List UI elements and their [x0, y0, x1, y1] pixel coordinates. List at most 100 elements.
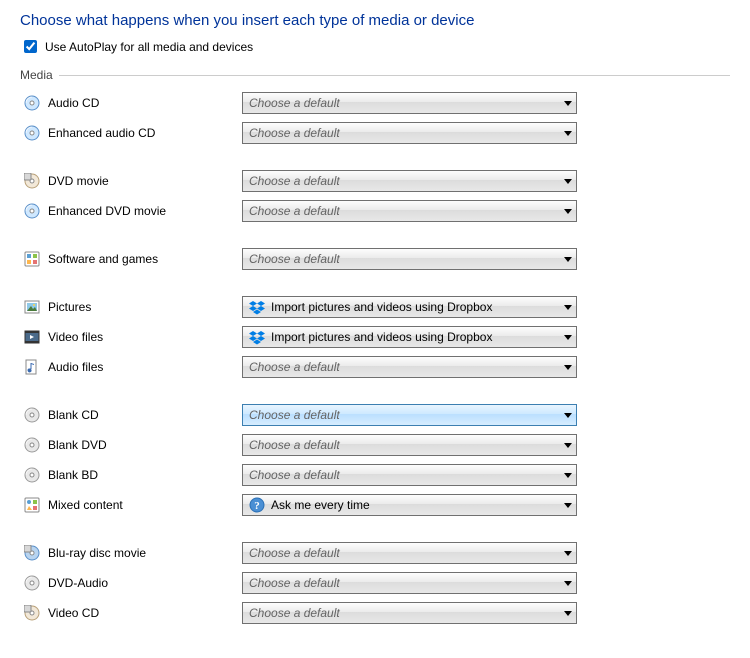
- disc-grey-icon: [24, 437, 40, 453]
- chevron-down-icon: [564, 443, 572, 448]
- mixed-icon: [24, 497, 40, 513]
- action-dropdown[interactable]: Ask me every time: [242, 494, 577, 516]
- media-row: Software and games Choose a default: [20, 244, 730, 274]
- media-label-col: Blu-ray disc movie: [20, 545, 242, 561]
- action-dropdown[interactable]: Choose a default: [242, 248, 577, 270]
- disc-grey-icon: [24, 575, 40, 591]
- media-label-col: Video files: [20, 329, 242, 345]
- dropdown-placeholder: Choose a default: [249, 204, 560, 218]
- action-dropdown[interactable]: Import pictures and videos using Dropbox: [242, 326, 577, 348]
- media-label: Software and games: [48, 252, 158, 266]
- media-row: Enhanced audio CD Choose a default: [20, 118, 730, 148]
- dropdown-value-text: Import pictures and videos using Dropbox: [271, 300, 492, 314]
- media-row: Blank DVD Choose a default: [20, 430, 730, 460]
- dropdown-placeholder: Choose a default: [249, 126, 560, 140]
- bluray-icon: [24, 545, 40, 561]
- dropdown-placeholder: Choose a default: [249, 408, 560, 422]
- media-row: DVD movie Choose a default: [20, 166, 730, 196]
- autoplay-row: Use AutoPlay for all media and devices: [20, 37, 730, 56]
- action-dropdown[interactable]: Choose a default: [242, 170, 577, 192]
- media-label-col: DVD-Audio: [20, 575, 242, 591]
- dropdown-placeholder: Choose a default: [249, 252, 560, 266]
- action-dropdown[interactable]: Choose a default: [242, 464, 577, 486]
- dropdown-placeholder: Choose a default: [249, 96, 560, 110]
- media-row: Audio CD Choose a default: [20, 88, 730, 118]
- chevron-down-icon: [564, 257, 572, 262]
- media-label: DVD-Audio: [48, 576, 108, 590]
- media-label: Audio CD: [48, 96, 99, 110]
- chevron-down-icon: [564, 413, 572, 418]
- section-media-header: Media: [20, 68, 730, 82]
- disc-grey-icon: [24, 467, 40, 483]
- dropbox-icon: [249, 299, 265, 315]
- media-label: Mixed content: [48, 498, 123, 512]
- dropdown-placeholder: Choose a default: [249, 174, 560, 188]
- media-group: Blank CD Choose a default Blank DVD Choose …: [20, 400, 730, 520]
- media-label: Enhanced DVD movie: [48, 204, 166, 218]
- section-media-label: Media: [20, 68, 53, 82]
- dropdown-value-text: Import pictures and videos using Dropbox: [271, 330, 492, 344]
- autoplay-label: Use AutoPlay for all media and devices: [45, 40, 253, 54]
- dropdown-placeholder: Choose a default: [249, 576, 560, 590]
- dropdown-value: Ask me every time: [249, 497, 560, 513]
- dropdown-placeholder: Choose a default: [249, 438, 560, 452]
- disc-blue-icon: [24, 125, 40, 141]
- media-label: Pictures: [48, 300, 91, 314]
- media-group: Pictures Import pictures and videos using…: [20, 292, 730, 382]
- action-dropdown[interactable]: Import pictures and videos using Dropbox: [242, 296, 577, 318]
- chevron-down-icon: [564, 365, 572, 370]
- media-label: Audio files: [48, 360, 103, 374]
- media-row: Video files Import pictures and videos us…: [20, 322, 730, 352]
- chevron-down-icon: [564, 503, 572, 508]
- media-group: Audio CDChoose a defaultEnhanced audio C…: [20, 88, 730, 148]
- action-dropdown[interactable]: Choose a default: [242, 572, 577, 594]
- disc-grey-icon: [24, 407, 40, 423]
- action-dropdown[interactable]: Choose a default: [242, 542, 577, 564]
- media-label-col: Audio CD: [20, 95, 242, 111]
- dropdown-placeholder: Choose a default: [249, 468, 560, 482]
- media-row: Blank BD Choose a default: [20, 460, 730, 490]
- dvd-disc-icon: [24, 173, 40, 189]
- media-label: Blank DVD: [48, 438, 107, 452]
- chevron-down-icon: [564, 551, 572, 556]
- media-label-col: DVD movie: [20, 173, 242, 189]
- audio-file-icon: [24, 359, 40, 375]
- media-label-col: Pictures: [20, 299, 242, 315]
- media-row: DVD-Audio Choose a default: [20, 568, 730, 598]
- action-dropdown[interactable]: Choose a default: [242, 92, 577, 114]
- media-label-col: Blank DVD: [20, 437, 242, 453]
- chevron-down-icon: [564, 179, 572, 184]
- chevron-down-icon: [564, 581, 572, 586]
- media-row: Pictures Import pictures and videos using…: [20, 292, 730, 322]
- action-dropdown[interactable]: Choose a default: [242, 356, 577, 378]
- page-title: Choose what happens when you insert each…: [20, 12, 730, 29]
- dropdown-value: Import pictures and videos using Dropbox: [249, 329, 560, 345]
- dropdown-placeholder: Choose a default: [249, 606, 560, 620]
- dropdown-placeholder: Choose a default: [249, 360, 560, 374]
- media-label-col: Blank BD: [20, 467, 242, 483]
- disc-blue-icon: [24, 95, 40, 111]
- media-label-col: Enhanced DVD movie: [20, 203, 242, 219]
- chevron-down-icon: [564, 611, 572, 616]
- disc-blue-icon: [24, 203, 40, 219]
- media-label: Video files: [48, 330, 103, 344]
- media-row: Mixed content Ask me every time: [20, 490, 730, 520]
- media-row: Video CDChoose a default: [20, 598, 730, 628]
- video-icon: [24, 329, 40, 345]
- pictures-icon: [24, 299, 40, 315]
- dvd-disc-icon: [24, 605, 40, 621]
- action-dropdown[interactable]: Choose a default: [242, 122, 577, 144]
- dropbox-icon: [249, 329, 265, 345]
- dropdown-value-text: Ask me every time: [271, 498, 370, 512]
- media-label-col: Audio files: [20, 359, 242, 375]
- action-dropdown[interactable]: Choose a default: [242, 404, 577, 426]
- media-group: Software and games Choose a default: [20, 244, 730, 274]
- media-group: DVD movie Choose a default Enhanced DVD mo…: [20, 166, 730, 226]
- chevron-down-icon: [564, 131, 572, 136]
- media-label: Blu-ray disc movie: [48, 546, 146, 560]
- action-dropdown[interactable]: Choose a default: [242, 200, 577, 222]
- action-dropdown[interactable]: Choose a default: [242, 434, 577, 456]
- media-label: Blank CD: [48, 408, 99, 422]
- autoplay-checkbox[interactable]: [24, 40, 37, 53]
- media-label-col: Enhanced audio CD: [20, 125, 242, 141]
